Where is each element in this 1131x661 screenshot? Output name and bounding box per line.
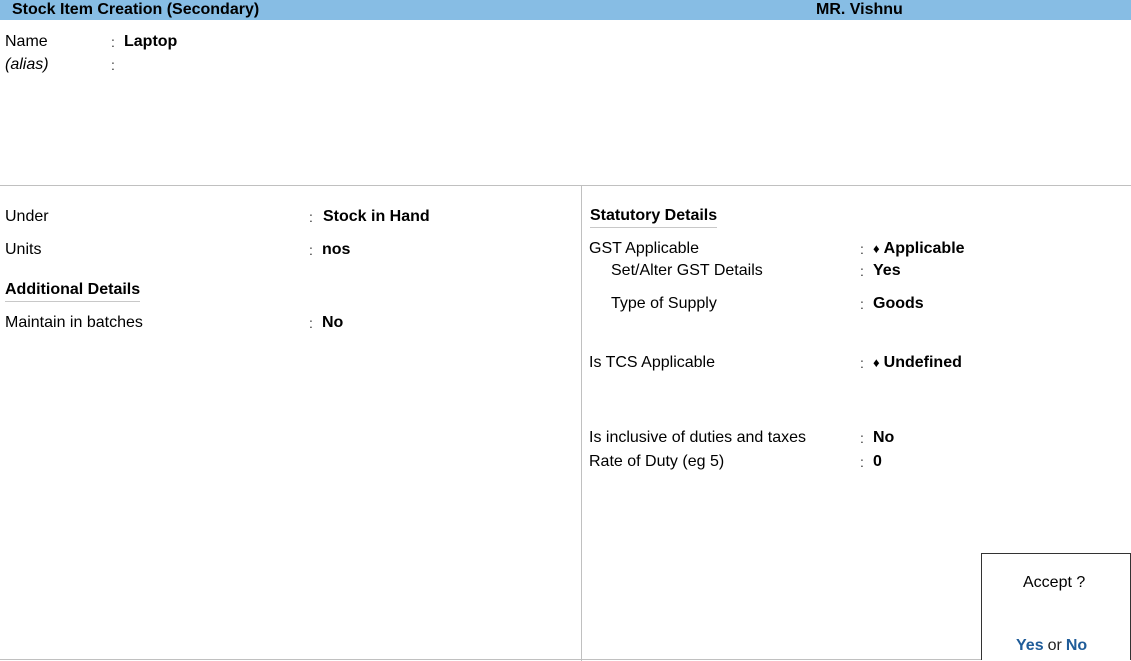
column-divider — [581, 185, 582, 661]
units-field[interactable]: nos — [322, 241, 350, 259]
type-of-supply-label: Type of Supply — [611, 295, 717, 312]
set-alter-gst-colon: : — [860, 263, 864, 279]
tcs-applicable-label: Is TCS Applicable — [589, 354, 715, 371]
inclusive-duties-label: Is inclusive of duties and taxes — [589, 429, 807, 446]
type-of-supply-field[interactable]: Goods — [873, 295, 924, 313]
alias-colon: : — [111, 57, 115, 73]
batches-field[interactable]: No — [322, 314, 343, 332]
set-alter-gst-field[interactable]: Yes — [873, 262, 901, 280]
gst-applicable-value: Applicable — [883, 240, 965, 257]
screen-title: Stock Item Creation (Secondary) — [12, 1, 260, 18]
name-colon: : — [111, 34, 115, 50]
tcs-applicable-field[interactable]: ♦ Undefined — [873, 354, 962, 372]
tcs-applicable-value: Undefined — [883, 354, 962, 371]
rate-of-duty-colon: : — [860, 454, 864, 470]
batches-label: Maintain in batches — [5, 314, 143, 331]
additional-details-heading: Additional Details — [5, 281, 141, 302]
units-colon: : — [309, 242, 313, 258]
under-colon: : — [309, 209, 313, 225]
accept-options: Yes or No — [1016, 637, 1087, 655]
diamond-icon: ♦ — [873, 241, 880, 256]
gst-applicable-colon: : — [860, 241, 864, 257]
name-label: Name — [5, 33, 48, 50]
accept-no-button[interactable]: No — [1066, 637, 1087, 654]
accept-yes-button[interactable]: Yes — [1016, 637, 1044, 654]
name-field[interactable]: Laptop — [124, 33, 177, 51]
alias-field[interactable] — [124, 56, 324, 74]
title-bar: Stock Item Creation (Secondary) MR. Vish… — [0, 0, 1131, 20]
accept-question: Accept ? — [1023, 574, 1086, 591]
batches-colon: : — [309, 315, 313, 331]
tcs-applicable-colon: : — [860, 355, 864, 371]
under-field[interactable]: Stock in Hand — [323, 208, 430, 226]
accept-or-text: or — [1047, 637, 1062, 654]
top-divider — [0, 185, 1131, 186]
statutory-details-heading: Statutory Details — [590, 207, 718, 228]
set-alter-gst-label: Set/Alter GST Details — [611, 262, 763, 279]
diamond-icon: ♦ — [873, 355, 880, 370]
gst-applicable-label: GST Applicable — [589, 240, 699, 257]
under-label: Under — [5, 208, 49, 225]
type-of-supply-colon: : — [860, 296, 864, 312]
inclusive-duties-colon: : — [860, 430, 864, 446]
inclusive-duties-field[interactable]: No — [873, 429, 894, 447]
bottom-divider — [0, 659, 1131, 660]
rate-of-duty-field[interactable]: 0 — [873, 453, 882, 471]
company-name: MR. Vishnu — [816, 1, 903, 18]
alias-label: (alias) — [5, 56, 49, 73]
gst-applicable-field[interactable]: ♦ Applicable — [873, 240, 965, 258]
rate-of-duty-label: Rate of Duty (eg 5) — [589, 453, 725, 470]
accept-dialog: Accept ? Yes or No — [981, 553, 1131, 660]
units-label: Units — [5, 241, 42, 258]
